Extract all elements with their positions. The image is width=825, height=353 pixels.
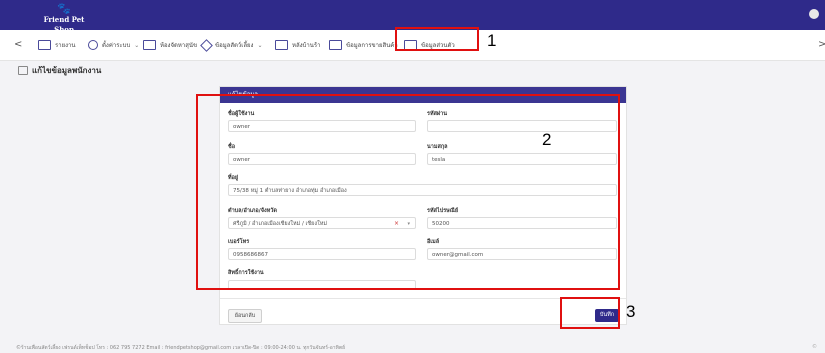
nav-item-settings[interactable]: ตั้งค่าระบบ ⌄ [88, 38, 139, 52]
password-label: รหัสผ่าน [427, 111, 448, 117]
address-label: ที่อยู่ [228, 175, 239, 181]
email-input[interactable]: owner@gmail.com [427, 248, 617, 260]
top-bar: 🐾 Friend Pet Shop [0, 0, 825, 35]
username-input[interactable]: owner [228, 120, 416, 132]
nav-back-arrow-icon[interactable]: < [14, 39, 22, 50]
nav-item-dog-room[interactable]: ห้องจัดหาสุนัข [143, 38, 197, 52]
nav-item-label: ห้องจัดหาสุนัข [160, 42, 198, 49]
nav-item-pet-data[interactable]: ข้อมูลสัตว์เลี้ยง ⌄ [200, 38, 263, 52]
district-select[interactable]: ศรีภูมิ / อำเภอเมืองเชียงใหม่ / เชียงใหม… [228, 217, 416, 229]
paw-icon: 🐾 [57, 2, 71, 15]
shop-logo[interactable]: 🐾 Friend Pet Shop [38, 2, 90, 35]
annotation-number-1: 1 [487, 31, 497, 50]
page-title-text: แก้ไขข้อมูลพนักงาน [32, 66, 102, 75]
save-button[interactable]: บันทึก [595, 309, 619, 322]
lastname-input[interactable]: tesla [427, 153, 617, 165]
firstname-input[interactable]: owner [228, 153, 416, 165]
monitor-icon [329, 40, 342, 50]
form-header: แก้ไขข้อมูล [220, 87, 626, 103]
chevron-down-icon: ⌄ [257, 41, 263, 49]
chevron-down-icon: ⌄ [134, 41, 140, 49]
form-divider [220, 288, 626, 299]
report-icon [38, 40, 51, 50]
user-avatar[interactable] [809, 9, 819, 19]
district-select-value: ศรีภูมิ / อำเภอเมืองเชียงใหม่ / เชียงใหม… [233, 221, 328, 227]
nav-item-backstore[interactable]: หลังบ้านร้า [275, 38, 320, 52]
postcode-label: รหัสไปรษณีย์ [427, 208, 459, 214]
nav-item-report[interactable]: รายงาน [38, 38, 76, 52]
profile-icon [404, 40, 417, 50]
nav-item-label: ข้อมูลสัตว์เลี้ยง [215, 42, 254, 49]
address-input[interactable]: 75/38 หมู่ 1 ตำบลท่ายาง อำเภอทุ่ม อำเภอเ… [228, 184, 617, 196]
chevron-down-icon[interactable]: ▾ [407, 218, 410, 230]
nav-item-label: ตั้งค่าระบบ [102, 42, 131, 49]
district-label: ตำบล/อำเภอ/จังหวัด [228, 208, 277, 214]
edit-icon [18, 66, 28, 75]
store-icon [275, 40, 288, 50]
footer-text: ©ร้านเพื่อนสัตว์เลี้ยง เฟรนด์เพ็ทช็อป โท… [16, 345, 346, 351]
footer-copyright: © [812, 344, 817, 350]
nav-item-label: ข้อมูลการขายสินค้า [346, 42, 398, 49]
nav-forward-arrow-icon[interactable]: > [818, 39, 825, 50]
annotation-number-2: 2 [542, 130, 552, 149]
password-input[interactable] [427, 120, 617, 132]
phone-label: เบอร์โทร [228, 239, 250, 245]
firstname-label: ชื่อ [228, 144, 236, 150]
nav-item-label: รายงาน [55, 42, 76, 49]
lastname-label: นามสกุล [427, 144, 448, 150]
annotation-number-3: 3 [626, 302, 636, 321]
phone-input[interactable]: 0958686867 [228, 248, 416, 260]
room-icon [143, 40, 156, 50]
clear-icon[interactable]: × [394, 218, 399, 230]
nav-item-profile[interactable]: ข้อมูลส่วนตัว [404, 38, 455, 52]
gear-icon [88, 40, 98, 50]
username-label: ชื่อผู้ใช้งาน [228, 111, 255, 117]
postcode-input[interactable]: 50200 [427, 217, 617, 229]
nav-item-label: ข้อมูลส่วนตัว [421, 42, 455, 49]
nav-item-label: หลังบ้านร้า [292, 42, 321, 49]
pet-icon [200, 38, 213, 52]
role-label: สิทธิ์การใช้งาน [228, 270, 264, 276]
main-nav: < รายงาน ตั้งค่าระบบ ⌄ ห้องจัดหาสุนัข ข้… [0, 30, 825, 61]
back-button[interactable]: ย้อนกลับ [228, 309, 262, 323]
nav-item-sales-data[interactable]: ข้อมูลการขายสินค้า [329, 38, 398, 52]
edit-form-card: แก้ไขข้อมูล ชื่อผู้ใช้งาน owner รหัสผ่าน… [219, 86, 627, 325]
page-title: แก้ไขข้อมูลพนักงาน [18, 64, 101, 77]
email-label: อีเมล์ [427, 239, 440, 245]
role-select[interactable] [228, 280, 416, 288]
